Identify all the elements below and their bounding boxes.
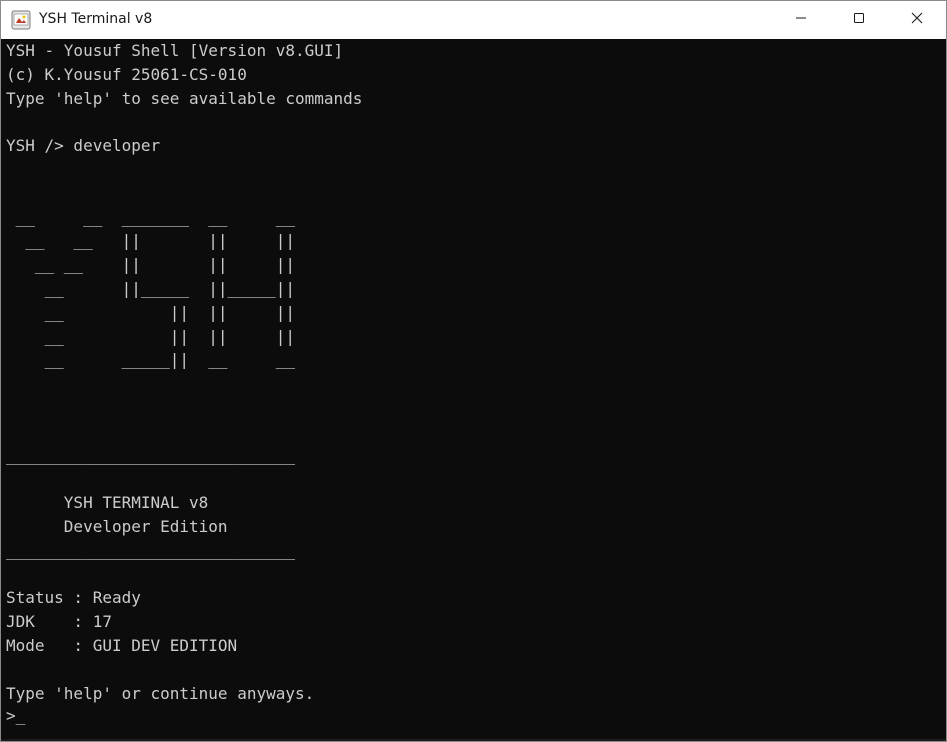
terminal-line: __ || || ||	[6, 326, 295, 346]
terminal-line: YSH /> developer	[6, 136, 161, 156]
terminal-line: Mode : GUI DEV EDITION	[6, 635, 238, 655]
terminal-output-area[interactable]: YSH - Yousuf Shell [Version v8.GUI] (c) …	[1, 39, 946, 741]
minimize-button[interactable]	[772, 1, 830, 39]
title-bar[interactable]: YSH Terminal v8	[1, 1, 946, 39]
close-icon	[911, 12, 923, 28]
terminal-line: Status : Ready	[6, 588, 141, 608]
terminal-line: YSH - Yousuf Shell [Version v8.GUI]	[6, 41, 344, 60]
bottom-edge	[1, 739, 946, 741]
maximize-button[interactable]	[830, 1, 888, 39]
maximize-icon	[853, 12, 865, 28]
terminal-line: ______________________________	[6, 445, 295, 465]
command-prompt[interactable]: >_	[6, 704, 25, 728]
terminal-window: YSH Terminal v8 YSH - Yousuf Shell [Vers…	[0, 0, 947, 742]
window-title: YSH Terminal v8	[39, 11, 153, 27]
close-button[interactable]	[888, 1, 946, 39]
terminal-line: YSH TERMINAL v8	[6, 493, 209, 513]
terminal-line: Developer Edition	[6, 516, 228, 536]
terminal-line: __ ||_____ ||_____||	[6, 278, 295, 298]
terminal-output: YSH - Yousuf Shell [Version v8.GUI] (c) …	[6, 39, 362, 705]
terminal-line: ______________________________	[6, 540, 295, 560]
terminal-line: JDK : 17	[6, 612, 112, 632]
terminal-line: __ __ || || ||	[6, 231, 295, 251]
java-app-icon	[11, 10, 31, 30]
terminal-line: __ _____|| __ __	[6, 350, 295, 370]
terminal-line: __ __ || || ||	[6, 255, 295, 275]
terminal-line: __ __ _______ __ __	[6, 207, 295, 227]
terminal-line: __ || || ||	[6, 302, 295, 322]
minimize-icon	[795, 12, 807, 28]
terminal-line: Type 'help' to see available commands	[6, 88, 363, 108]
terminal-line: Type 'help' or continue anyways.	[6, 683, 315, 703]
terminal-line: (c) K.Yousuf 25061-CS-010	[6, 64, 247, 84]
